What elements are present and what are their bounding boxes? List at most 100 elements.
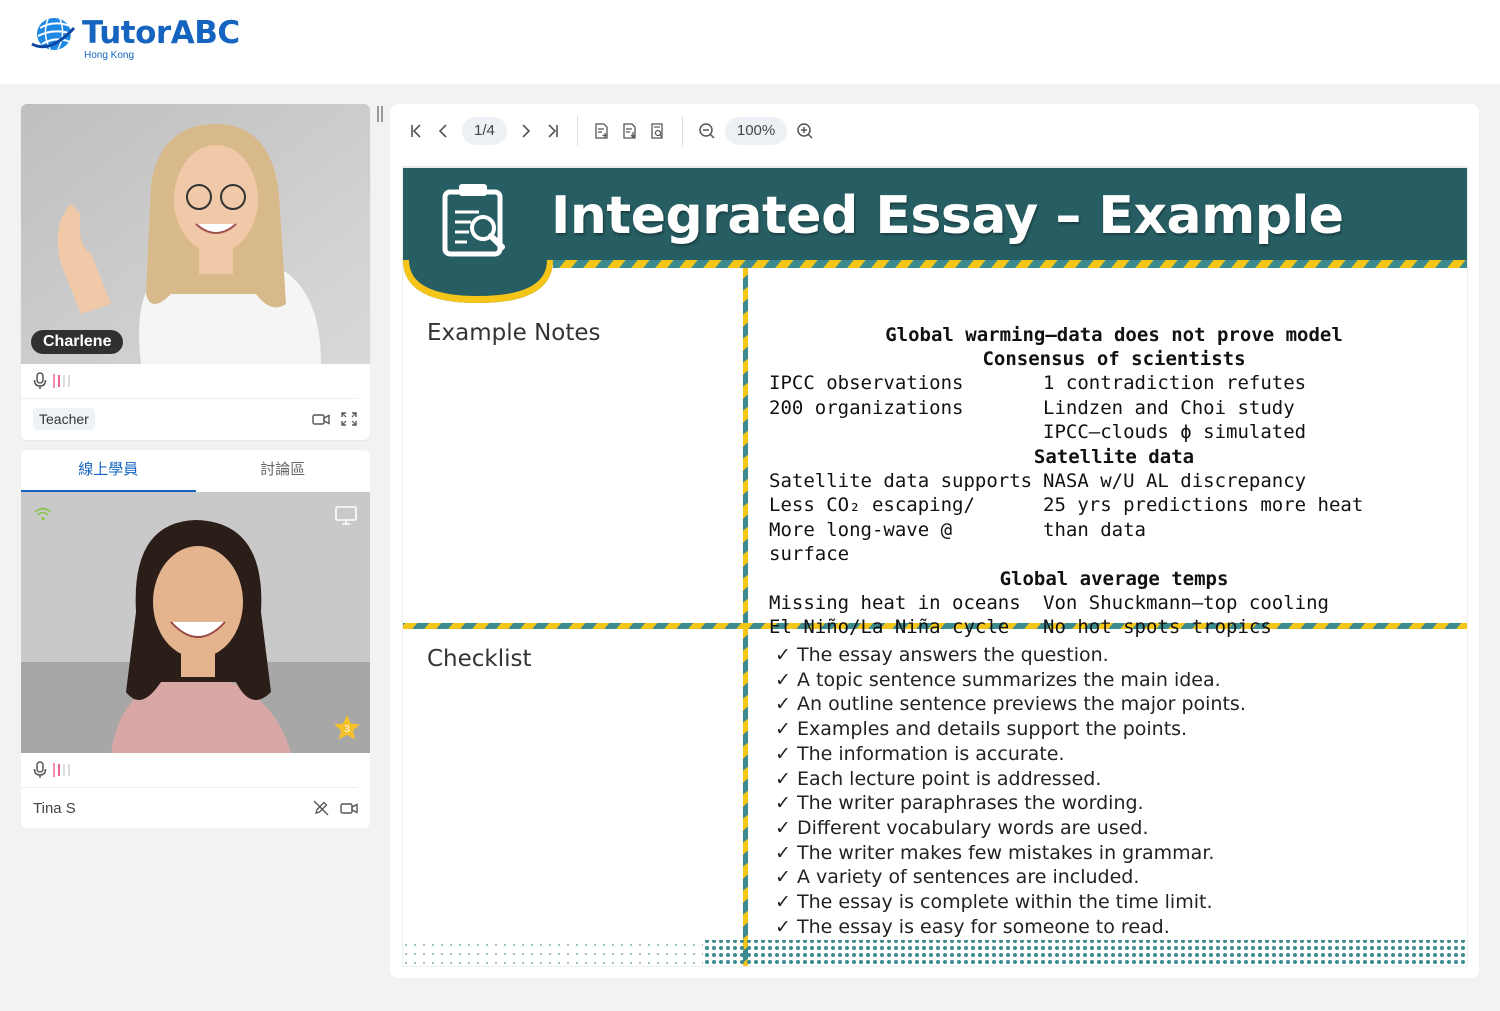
note-left [769,420,1043,445]
checkmark-icon: ✓ [775,816,791,839]
note-left: Missing heat in oceans [769,591,1021,614]
checklist-item: ✓ Different vocabulary words are used. [775,816,1246,841]
last-page-button[interactable] [539,117,567,145]
zoom-in-icon [797,123,813,139]
checkmark-icon: ✓ [775,767,791,790]
document-download-icon [623,123,636,139]
checkmark-icon: ✓ [775,693,791,716]
checklist-item: ✓ The writer makes few mistakes in gramma… [775,841,1246,866]
note-right: Lindzen and Choi study [1043,396,1295,419]
fullscreen-icon[interactable] [340,411,358,427]
camera-icon[interactable] [340,800,358,816]
panel-splitter-handle[interactable] [376,106,384,122]
note-left: 200 organizations [769,396,964,419]
zoom-out-icon [699,123,715,139]
checklist-text: An outline sentence previews the major p… [797,693,1246,716]
checklist-item: ✓ The essay answers the question. [775,643,1246,668]
checklist-text: The writer makes few mistakes in grammar… [797,841,1215,864]
checklist-item: ✓ Examples and details support the points… [775,717,1246,742]
checklist-text: The essay answers the question. [797,644,1109,666]
checklist-text: A variety of sentences are included. [797,866,1140,889]
globe-logo-icon [31,18,76,50]
chevron-left-icon [438,124,447,138]
document-toolbar: 1/4 100% [402,114,819,148]
pencil-disabled-icon[interactable] [312,800,330,816]
note-row: IPCC observations 1 contradiction refutes [769,371,1459,396]
handwritten-notes: Global warming—data does not prove model… [769,323,1459,640]
teacher-audio-level [21,364,358,399]
brand-name: TutorABC [82,15,240,51]
checklist-item: ✓ A topic sentence summarizes the main id… [775,668,1246,693]
note-left: IPCC observations [769,372,964,394]
example-notes-label: Example Notes [427,320,601,346]
previous-page-button[interactable] [430,117,458,145]
toolbar-divider [681,116,683,146]
note-right: IPCC—clouds ϕ simulated [1043,421,1307,443]
star-count: 3 [344,724,350,735]
note-row: El Niño/La Niña cycle No hot spots tropic… [769,615,1459,640]
checkmark-icon: ✓ [775,718,791,741]
checklist-text: The essay is easy for someone to read. [797,915,1170,938]
insert-page-before-button[interactable] [588,117,616,145]
checklist-text: The essay is complete within the time li… [797,891,1213,914]
checkmark-icon: ✓ [775,644,791,666]
checklist: ✓ The essay answers the question. ✓ A topic… [775,643,1246,939]
note-heading: Global average temps [999,567,1229,590]
note-row: 200 organizations Lindzen and Choi study [769,396,1459,421]
student-name: Tina S [33,799,76,817]
student-video: 3 [21,492,370,753]
students-card: 線上學員 討論區 3 Tina S [21,450,370,828]
checkmark-icon: ✓ [775,742,791,765]
volume-bars [53,763,70,777]
note-heading: Global warming—data does not prove model [885,324,1343,346]
star-badge-icon: 3 [334,715,360,740]
checklist-item: ✓ The essay is complete within the time l… [775,890,1246,915]
note-left: Less CO₂ escaping/ [769,494,975,516]
document-add-icon [595,123,608,139]
note-row: Missing heat in oceans Von Shuckmann—top … [769,591,1459,616]
last-page-icon [548,124,558,138]
wifi-icon [34,507,52,521]
teacher-name-tag: Charlene [31,330,124,354]
checklist-item: ✓ The information is accurate. [775,742,1246,767]
tab-online-students[interactable]: 線上學員 [21,450,196,492]
chevron-right-icon [522,124,530,138]
page-indicator[interactable]: 1/4 [462,117,507,145]
zoom-out-button[interactable] [693,117,721,145]
next-page-button[interactable] [511,117,539,145]
note-row: Satellite data supports NASA w/U AL discr… [769,469,1459,494]
teacher-card: Charlene Teacher [21,104,370,440]
note-left: More long-wave @ surface [769,518,953,566]
microphone-icon[interactable] [33,761,47,779]
note-row: Less CO₂ escaping/25 yrs predictions mor… [769,493,1459,518]
checkmark-icon: ✓ [775,915,791,938]
note-right: NASA w/U AL discrepancy [1043,469,1307,492]
note-right: than data [1043,518,1146,541]
page-preview-button[interactable] [644,117,672,145]
camera-icon[interactable] [312,411,330,427]
slide-title: Integrated Essay – Example [551,186,1344,246]
checklist-item: ✓ The essay is easy for someone to read. [775,915,1246,940]
checklist-text: The writer paraphrases the wording. [797,792,1144,815]
tutorabc-logo[interactable]: TutorABC Hong Kong [30,14,240,61]
slide-page: Integrated Essay – Example Example Notes… [402,167,1468,967]
microphone-icon[interactable] [33,372,47,390]
monitor-icon[interactable] [335,506,357,526]
checkmark-icon: ✓ [775,891,791,914]
checkmark-icon: ✓ [775,866,791,889]
zoom-level[interactable]: 100% [724,117,788,145]
tab-discussion[interactable]: 討論區 [196,450,371,492]
insert-page-after-button[interactable] [616,117,644,145]
note-right: 25 yrs predictions more heat [1043,494,1364,516]
teacher-role-badge: Teacher [33,408,95,430]
first-page-button[interactable] [402,117,430,145]
zoom-in-button[interactable] [791,117,819,145]
note-left: El Niño/La Niña cycle [769,616,1010,638]
first-page-icon [411,124,421,138]
note-row: More long-wave @ surface than data [769,518,1459,567]
note-heading: Consensus of scientists [982,348,1246,370]
note-heading: Satellite data [1033,445,1195,468]
note-left: Satellite data supports [769,469,1033,492]
note-row: IPCC—clouds ϕ simulated [769,420,1459,445]
document-viewer: 1/4 100% Integrated Essay – Example Exam… [390,104,1479,978]
